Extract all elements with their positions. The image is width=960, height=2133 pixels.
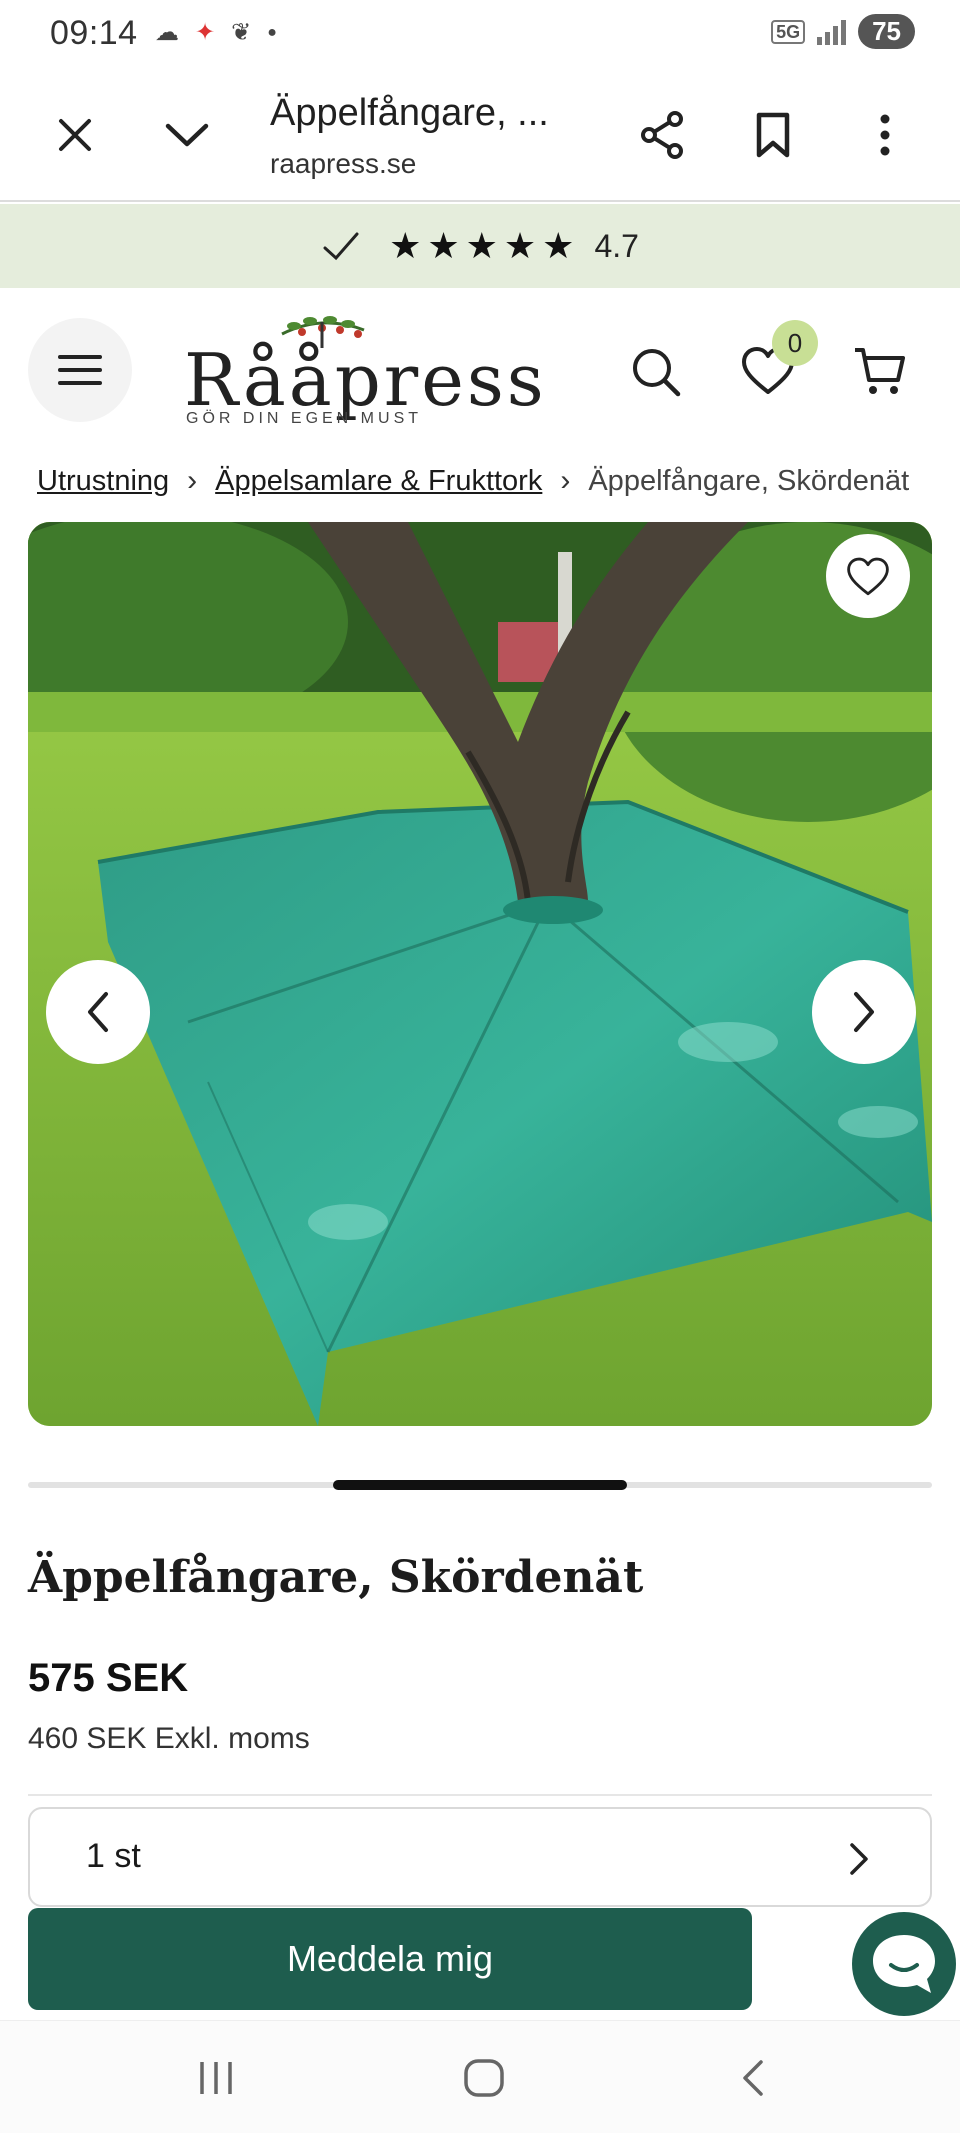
more-vert-icon[interactable] [860, 110, 910, 160]
rating-stars: ★★★★★ [389, 225, 581, 266]
bookmark-icon[interactable] [748, 110, 798, 160]
share-icon[interactable] [638, 110, 688, 160]
page-url[interactable]: raapress.se [270, 148, 416, 180]
browser-toolbar: Äppelfångare, ... raapress.se [0, 70, 960, 202]
site-logo[interactable]: Rååpress GÖR DIN EGEN MUST [180, 312, 544, 432]
status-time: 09:14 [50, 14, 138, 52]
chevron-down-icon[interactable] [162, 110, 212, 160]
gallery-scrollbar[interactable] [28, 1480, 932, 1490]
chevron-right-icon [854, 992, 874, 1032]
previous-image-button[interactable] [46, 960, 150, 1064]
leaf-icon: ❦ [231, 19, 252, 46]
battery-level: 75 [858, 14, 915, 49]
status-bar: 09:14 ☁ ✦ ❦ ● 5G 75 [0, 0, 960, 70]
wishlist-count-badge: 0 [772, 320, 818, 366]
menu-button[interactable] [28, 318, 132, 422]
page-title[interactable]: Äppelfångare, ... [270, 92, 549, 135]
search-icon[interactable] [628, 344, 684, 400]
network-type: 5G [771, 19, 806, 44]
breadcrumb-current: Äppelfångare, Skördenät [588, 464, 910, 497]
notify-me-button[interactable]: Meddela mig [28, 1908, 752, 2010]
chat-button[interactable] [852, 1912, 956, 2016]
divider [28, 1794, 932, 1796]
gallery-scrollbar-thumb[interactable] [333, 1480, 627, 1490]
quantity-select[interactable]: 1 st [28, 1807, 932, 1907]
breadcrumb-link[interactable]: Utrustning [37, 465, 169, 498]
product-title: Äppelfångare, Skördenät [28, 1552, 644, 1603]
breadcrumb-link[interactable]: Äppelsamlare & Frukttork [215, 465, 542, 498]
quantity-value: 1 st [86, 1837, 141, 1875]
breadcrumb-chevron-icon: › [187, 464, 198, 497]
close-icon[interactable] [50, 110, 100, 160]
dot-icon: ● [267, 23, 277, 41]
cart-icon[interactable] [852, 344, 908, 400]
logo-tagline: GÖR DIN EGEN MUST [186, 410, 423, 427]
signal-icon [817, 19, 847, 45]
system-navigation-bar [0, 2020, 960, 2133]
home-icon[interactable] [454, 2053, 514, 2103]
site-header: Rååpress GÖR DIN EGEN MUST 0 [0, 288, 960, 458]
status-system-icons: 5G 75 [771, 14, 915, 49]
rating-banner[interactable]: ★★★★★ 4.7 [0, 204, 960, 288]
product-image[interactable] [28, 522, 932, 1426]
check-icon [323, 232, 359, 261]
cloud-icon: ☁ [155, 19, 179, 46]
product-photo-illustration [28, 522, 932, 1426]
app-icon: ✦ [195, 19, 216, 46]
chevron-left-icon [88, 992, 108, 1032]
product-price: 575 SEK [28, 1656, 189, 1700]
hamburger-icon [58, 355, 102, 385]
back-icon[interactable] [722, 2053, 782, 2103]
favorite-button[interactable] [826, 534, 910, 618]
product-price-ex-vat: 460 SEK Exkl. moms [28, 1722, 310, 1755]
status-notification-icons: ☁ ✦ ❦ ● [155, 18, 277, 47]
heart-icon [847, 557, 889, 596]
breadcrumb: Utrustning › Äppelsamlare & Frukttork › … [37, 464, 909, 498]
recent-apps-icon[interactable] [186, 2053, 246, 2103]
chat-bubble-icon [873, 1935, 935, 1993]
rating-score: 4.7 [594, 227, 639, 264]
chevron-right-icon [850, 1843, 868, 1875]
breadcrumb-chevron-icon: › [560, 464, 571, 497]
next-image-button[interactable] [812, 960, 916, 1064]
